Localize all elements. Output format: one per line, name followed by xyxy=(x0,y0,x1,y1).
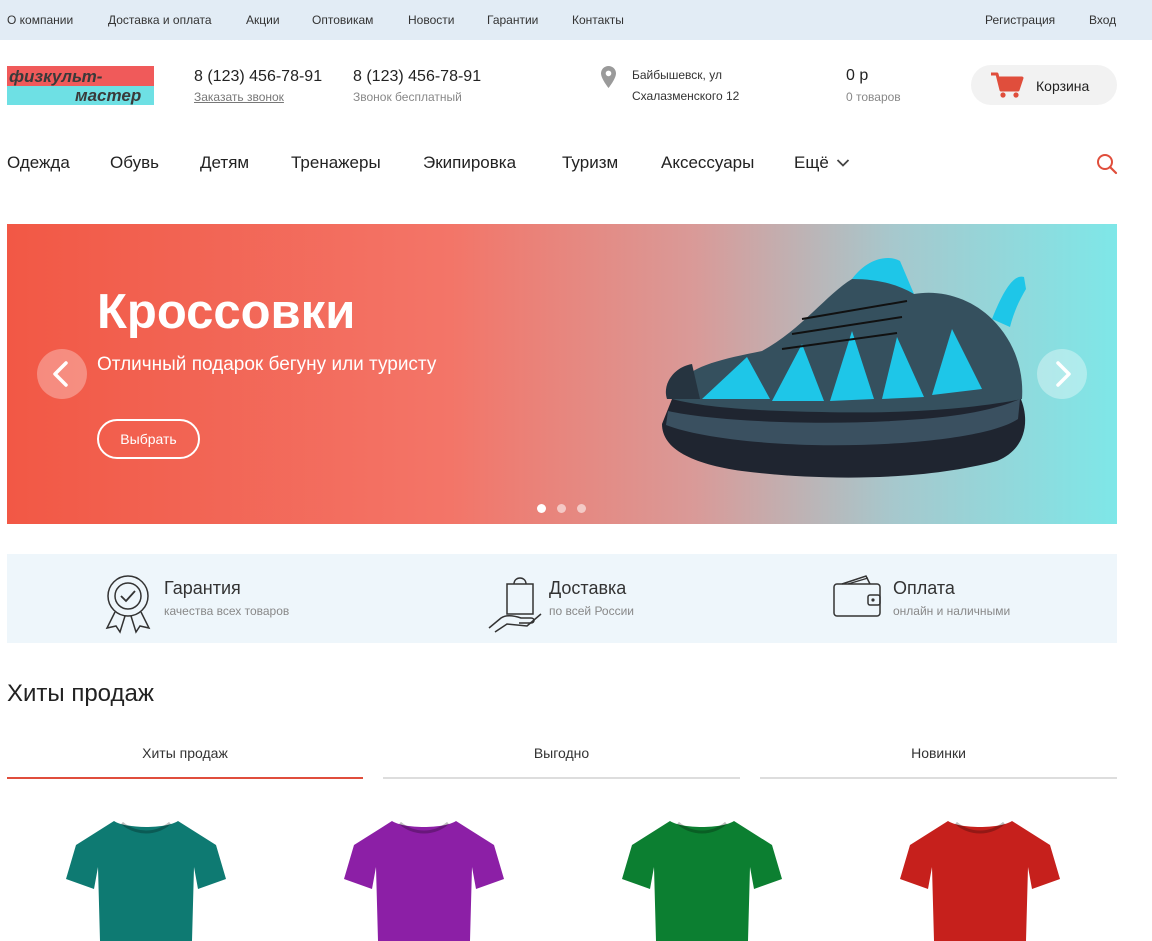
top-link-delivery[interactable]: Доставка и оплата xyxy=(108,13,212,27)
tab-profitable-label: Выгодно xyxy=(533,745,590,761)
tshirt-shape xyxy=(622,821,782,941)
chevron-down-icon[interactable] xyxy=(836,158,850,168)
phone-free[interactable]: 8 (123) 456-78-91 xyxy=(353,68,481,86)
top-link-news[interactable]: Новости xyxy=(408,13,454,27)
nav-item-accessories[interactable]: Аксессуары xyxy=(661,153,754,173)
address-line-1: Байбышевск, ул xyxy=(632,68,722,82)
tab-hits[interactable]: Хиты продаж xyxy=(7,734,363,779)
top-link-about[interactable]: О компании xyxy=(7,13,73,27)
logo[interactable]: физкульт- мастер xyxy=(7,66,154,105)
product-tshirt-teal[interactable] xyxy=(66,817,226,941)
cart-icon xyxy=(991,72,1024,98)
hero-prev-button[interactable] xyxy=(37,349,87,399)
hero-choose-button[interactable]: Выбрать xyxy=(97,419,200,459)
hits-section-title: Хиты продаж xyxy=(7,680,154,707)
cart-count: 0 товаров xyxy=(846,90,901,104)
top-link-promo[interactable]: Акции xyxy=(246,13,280,27)
login-link[interactable]: Вход xyxy=(1089,13,1116,27)
hero-title: Кроссовки xyxy=(97,285,356,339)
slider-dot-2[interactable] xyxy=(557,504,566,513)
feature-guarantee-sub: качества всех товаров xyxy=(164,604,290,618)
tab-new-underline xyxy=(760,777,1117,779)
nav-item-shoes[interactable]: Обувь xyxy=(110,153,159,173)
tab-new-label: Новинки xyxy=(911,745,966,761)
nav-item-equipment[interactable]: Экипировка xyxy=(423,153,516,173)
logo-text-1: физкульт- xyxy=(9,67,103,86)
phone-free-note: Звонок бесплатный xyxy=(353,90,462,104)
top-bar: О компании Доставка и оплата Акции Оптов… xyxy=(0,0,1152,40)
tab-new[interactable]: Новинки xyxy=(760,734,1117,779)
product-tshirt-red[interactable] xyxy=(900,817,1060,941)
feature-guarantee-title: Гарантия xyxy=(164,578,241,598)
guarantee-medal-icon xyxy=(105,575,151,634)
cart-label: Корзина xyxy=(1036,78,1090,94)
sneaker-image xyxy=(662,258,1026,478)
top-link-guarantee[interactable]: Гарантии xyxy=(487,13,538,27)
top-link-contacts[interactable]: Контакты xyxy=(572,13,624,27)
hero-next-button[interactable] xyxy=(1037,349,1087,399)
cart-button[interactable]: Корзина xyxy=(971,65,1117,105)
wallet-icon xyxy=(833,575,881,617)
address-line-2: Схалазменского 12 xyxy=(632,89,740,103)
tshirt-shape xyxy=(66,821,226,941)
tab-profitable-underline xyxy=(383,777,740,779)
nav-item-kids[interactable]: Детям xyxy=(200,153,249,173)
tab-hits-label: Хиты продаж xyxy=(142,745,228,761)
tshirt-shape xyxy=(344,821,504,941)
hero-subtitle: Отличный подарок бегуну или туристу xyxy=(97,354,437,375)
register-link[interactable]: Регистрация xyxy=(985,13,1055,27)
nav-item-more[interactable]: Ещё xyxy=(794,153,829,173)
tshirt-shape xyxy=(900,821,1060,941)
product-tshirt-purple[interactable] xyxy=(344,817,504,941)
tab-profitable[interactable]: Выгодно xyxy=(383,734,740,779)
hero-banner: Кроссовки Отличный подарок бегуну или ту… xyxy=(7,224,1117,524)
phone-main[interactable]: 8 (123) 456-78-91 xyxy=(194,68,322,86)
features-strip: Гарантия качества всех товаров Доставка … xyxy=(7,554,1117,643)
search-icon[interactable] xyxy=(1096,153,1118,175)
feature-payment-sub: онлайн и наличными xyxy=(893,604,1011,618)
tab-hits-underline xyxy=(7,777,363,779)
nav-item-trainers[interactable]: Тренажеры xyxy=(291,153,381,173)
callback-link[interactable]: Заказать звонок xyxy=(194,90,284,104)
feature-delivery-title: Доставка xyxy=(549,578,627,598)
location-pin-icon xyxy=(601,66,616,88)
feature-payment-title: Оплата xyxy=(893,578,955,598)
feature-delivery-sub: по всей России xyxy=(549,604,635,618)
top-link-wholesale[interactable]: Оптовикам xyxy=(312,13,373,27)
nav-item-tourism[interactable]: Туризм xyxy=(562,153,618,173)
cart-sum: 0 р xyxy=(846,67,869,84)
chevron-left-icon xyxy=(53,361,68,387)
slider-dot-3[interactable] xyxy=(577,504,586,513)
product-tshirt-green[interactable] xyxy=(622,817,782,941)
slider-dot-1[interactable] xyxy=(537,504,546,513)
chevron-right-icon xyxy=(1056,361,1071,387)
delivery-hand-bag-icon xyxy=(488,577,542,633)
logo-text-2: мастер xyxy=(75,86,141,105)
nav-item-clothes[interactable]: Одежда xyxy=(7,153,70,173)
